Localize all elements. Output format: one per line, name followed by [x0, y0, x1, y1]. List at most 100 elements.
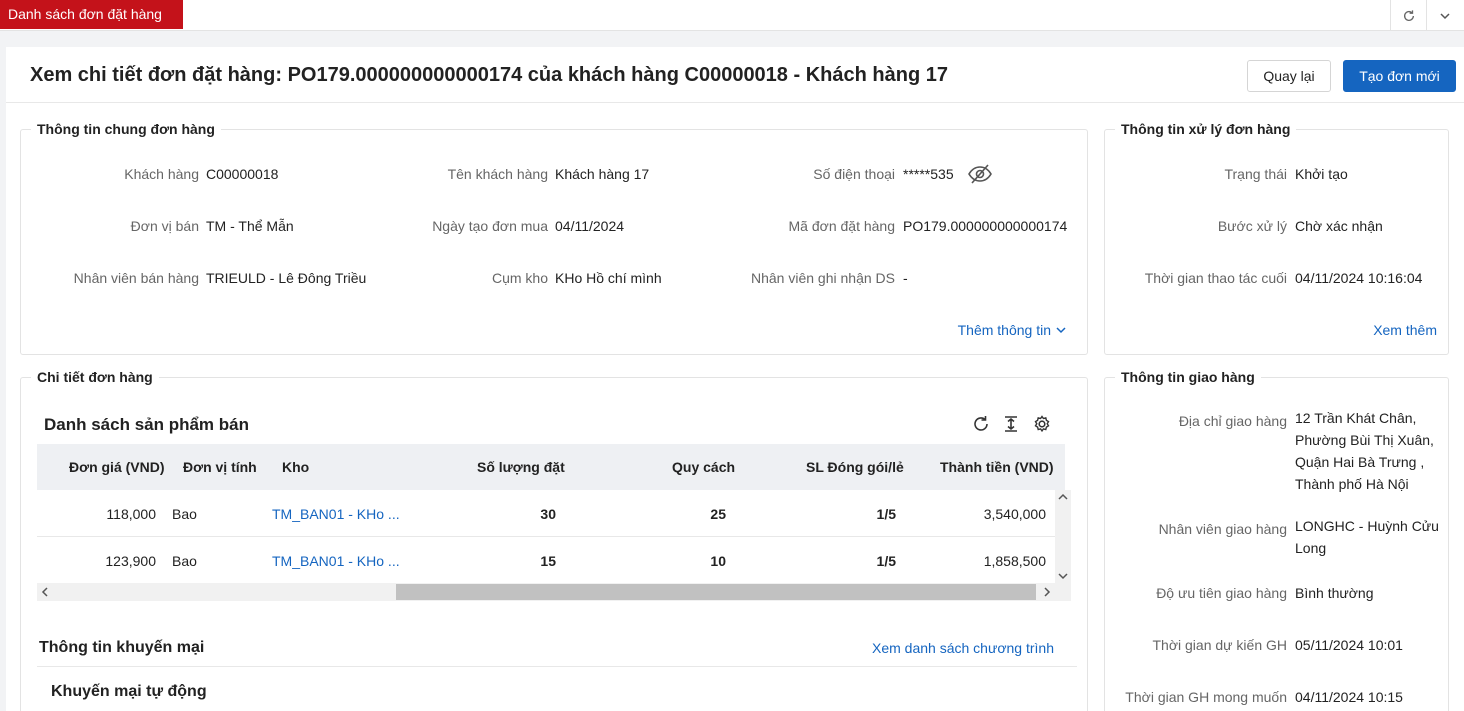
- refresh-tab-button[interactable]: [1390, 0, 1426, 31]
- field-value: Khách hàng 17: [555, 166, 650, 182]
- address-line: Phường Bùi Thị Xuân,: [1295, 432, 1434, 448]
- field-label: Địa chỉ giao hàng: [1178, 413, 1287, 429]
- settings-icon: [1034, 415, 1050, 433]
- field-label: Nhân viên ghi nhận DS: [751, 270, 895, 286]
- staff-line: LONGHC - Huỳnh Cửu: [1295, 518, 1439, 534]
- cell-qty: 15: [540, 553, 556, 569]
- table-row[interactable]: 123,900 Bao TM_BAN01 - KHo ... 15 10 1/5…: [37, 537, 1055, 584]
- back-button[interactable]: Quay lại: [1247, 60, 1331, 92]
- column-header[interactable]: Thành tiền (VND): [940, 459, 1054, 475]
- address-line: Thành phố Hà Nội: [1295, 476, 1409, 492]
- cell-warehouse-link[interactable]: TM_BAN01 - KHo ...: [272, 553, 400, 569]
- field-value: Bình thường: [1295, 585, 1374, 601]
- scroll-left-icon[interactable]: [41, 587, 49, 597]
- page-title: Xem chi tiết đơn đặt hàng: PO179.0000000…: [30, 64, 948, 86]
- view-programs-link[interactable]: Xem danh sách chương trình: [872, 640, 1054, 656]
- product-table-header: Đơn giá (VND) Đơn vị tính Kho Số lượng đ…: [37, 444, 1065, 490]
- phone-value: *****535: [903, 166, 954, 182]
- chevron-down-icon: [1439, 12, 1450, 19]
- scroll-right-icon[interactable]: [1043, 587, 1051, 597]
- field-value: TRIEULD - Lê Đông Triều: [206, 270, 367, 286]
- field-value: 04/11/2024: [555, 218, 625, 234]
- field-value: Chờ xác nhận: [1295, 218, 1383, 234]
- cell-unit: Bao: [172, 553, 197, 569]
- cell-price: 123,900: [105, 553, 156, 569]
- delivery-staff: LONGHC - Huỳnh Cửu Long: [1295, 515, 1439, 559]
- field-value: Khởi tạo: [1295, 166, 1348, 182]
- cell-pack: 1/5: [876, 553, 896, 569]
- field-label: Bước xử lý: [1217, 218, 1287, 234]
- processing-info-card: Thông tin xử lý đơn hàng Trạng thái Khởi…: [1104, 121, 1449, 355]
- field-label: Mã đơn đặt hàng: [788, 218, 895, 234]
- auto-promotion-title: Khuyến mại tự động: [51, 683, 207, 700]
- field-label: Ngày tạo đơn mua: [432, 218, 548, 234]
- scroll-down-icon[interactable]: [1058, 572, 1068, 580]
- eye-off-icon: [968, 164, 992, 184]
- field-label: Cụm kho: [491, 270, 548, 286]
- field-value: PO179.000000000000174: [903, 218, 1068, 234]
- refresh-icon: [1403, 9, 1414, 21]
- toggle-phone-visibility[interactable]: [967, 163, 993, 188]
- delivery-info-title: Thông tin giao hàng: [1115, 369, 1261, 385]
- more-info-label: Thêm thông tin: [957, 322, 1051, 338]
- table-settings-button[interactable]: [1032, 414, 1052, 437]
- field-label: Thời gian GH mong muốn: [1125, 689, 1287, 705]
- field-value: 05/11/2024 10:01: [1295, 637, 1403, 653]
- delivery-address: 12 Trần Khát Chân, Phường Bùi Thị Xuân, …: [1295, 407, 1434, 495]
- field-label: Thời gian dự kiến GH: [1152, 637, 1288, 653]
- field-label: Nhân viên bán hàng: [73, 270, 199, 286]
- tab-order-list[interactable]: Danh sách đơn đặt hàng: [0, 0, 183, 29]
- column-header[interactable]: SL Đóng gói/lẻ: [806, 459, 904, 475]
- see-more-link[interactable]: Xem thêm: [1373, 322, 1437, 338]
- field-value: KHo Hồ chí mình: [555, 270, 662, 286]
- field-label: Độ ưu tiên giao hàng: [1156, 585, 1287, 601]
- field-label: Số điện thoại: [813, 166, 895, 182]
- reload-table-button[interactable]: [971, 414, 991, 437]
- product-list-title: Danh sách sản phẩm bán: [44, 415, 249, 434]
- cell-price: 118,000: [106, 506, 156, 522]
- field-value: -: [903, 270, 908, 286]
- field-value: TM - Thể Mẫn: [206, 218, 294, 234]
- field-label: Tên khách hàng: [447, 166, 548, 182]
- field-value: C00000018: [206, 166, 279, 182]
- column-header[interactable]: Số lượng đặt: [477, 459, 565, 475]
- promotion-title: Thông tin khuyến mại: [39, 639, 205, 656]
- table-horizontal-scrollbar[interactable]: [37, 583, 1071, 601]
- page-header: Xem chi tiết đơn đặt hàng: PO179.0000000…: [6, 47, 1464, 103]
- delivery-info-card: Thông tin giao hàng Địa chỉ giao hàng 12…: [1104, 369, 1449, 711]
- cell-warehouse-link[interactable]: TM_BAN01 - KHo ...: [272, 506, 400, 522]
- cell-unit: Bao: [172, 506, 197, 522]
- order-details-card: Chi tiết đơn hàng Danh sách sản phẩm bán…: [20, 369, 1088, 711]
- processing-info-title: Thông tin xử lý đơn hàng: [1115, 121, 1297, 137]
- order-detail-page: Xem chi tiết đơn đặt hàng: PO179.0000000…: [6, 47, 1464, 711]
- cell-total: 3,540,000: [983, 506, 1046, 522]
- tab-menu-button[interactable]: [1426, 0, 1462, 31]
- field-label: Thời gian thao tác cuối: [1144, 270, 1287, 286]
- chevron-down-icon: [1056, 327, 1066, 334]
- field-value: 04/11/2024 10:15: [1295, 689, 1403, 705]
- column-header[interactable]: Đơn giá (VND): [69, 459, 165, 475]
- order-details-title: Chi tiết đơn hàng: [31, 369, 159, 385]
- address-line: Quận Hai Bà Trưng ,: [1295, 454, 1425, 470]
- top-tab-bar: Danh sách đơn đặt hàng: [0, 0, 1464, 31]
- field-label: Trạng thái: [1224, 166, 1287, 182]
- address-line: 12 Trần Khát Chân,: [1295, 410, 1417, 426]
- staff-line: Long: [1295, 540, 1327, 556]
- divider: [37, 666, 1077, 667]
- column-header[interactable]: Quy cách: [672, 459, 735, 475]
- cell-total: 1,858,500: [983, 553, 1046, 569]
- create-order-button[interactable]: Tạo đơn mới: [1343, 60, 1456, 92]
- field-value: 04/11/2024 10:16:04: [1295, 270, 1423, 286]
- general-info-card: Thông tin chung đơn hàng Khách hàng C000…: [20, 121, 1088, 355]
- horizontal-scroll-thumb[interactable]: [396, 584, 1036, 600]
- cell-qty: 30: [540, 506, 556, 522]
- field-label: Đơn vị bán: [130, 218, 199, 234]
- scroll-up-icon[interactable]: [1058, 493, 1068, 501]
- density-button[interactable]: [1001, 414, 1021, 437]
- column-header[interactable]: Kho: [282, 459, 309, 475]
- table-row[interactable]: 118,000 Bao TM_BAN01 - KHo ... 30 25 1/5…: [37, 490, 1055, 537]
- table-vertical-scrollbar[interactable]: [1055, 490, 1071, 583]
- field-label: Nhân viên giao hàng: [1158, 521, 1287, 537]
- column-header[interactable]: Đơn vị tính: [183, 459, 257, 475]
- more-info-link[interactable]: Thêm thông tin: [958, 322, 1067, 338]
